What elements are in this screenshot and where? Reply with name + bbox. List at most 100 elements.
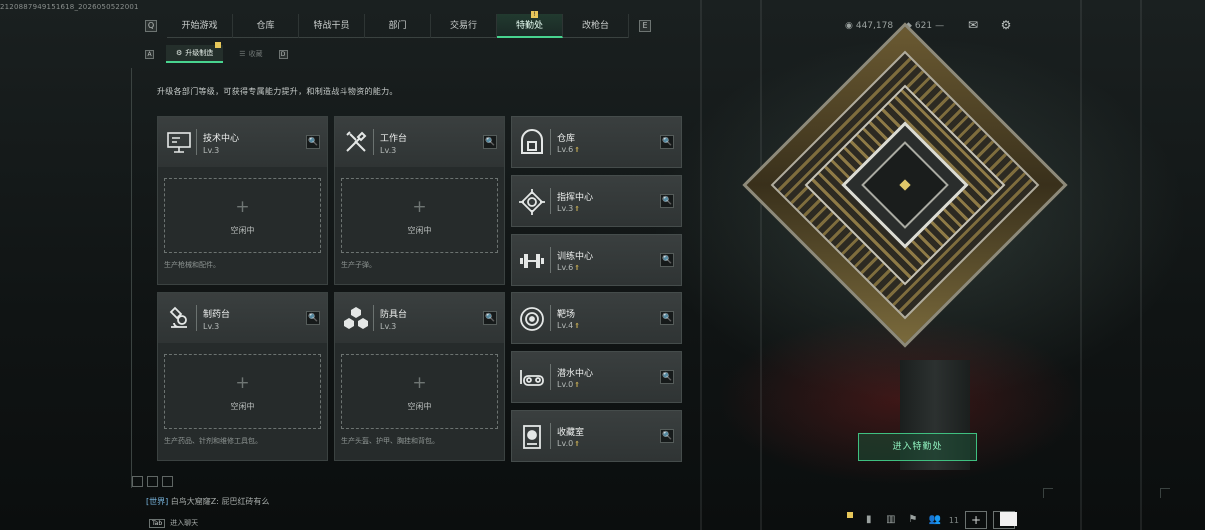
tools-icon — [346, 131, 367, 152]
nav-prev-key[interactable]: Q — [145, 20, 157, 32]
chat-tab-icon[interactable] — [147, 476, 158, 487]
subtab-upgrade-craft[interactable]: ⚙ 升级制造 — [166, 42, 224, 63]
dumbbell-icon — [520, 254, 544, 268]
craft-card-tech-center[interactable]: 技术中心 Lv.3 🔍 + 空闲中 生产枪械和配件。 — [157, 116, 328, 285]
mail-icon[interactable]: ✉ — [966, 18, 980, 32]
card-level: Lv.6⇑ — [557, 145, 581, 154]
craft-card-armor-bench[interactable]: 防具台 Lv.3 🔍 + 空闲中 生产头盔、护甲、胸挂和背包。 — [334, 292, 505, 461]
craft-card-pharmacy[interactable]: 制药台 Lv.3 🔍 + 空闲中 生产药品、针剂和维修工具包。 — [157, 292, 328, 461]
search-icon[interactable]: 🔍 — [660, 253, 674, 267]
currency-display-1: ◉ 447,178 — [845, 21, 894, 31]
craft-slot[interactable]: + 空闲中 — [341, 178, 498, 253]
flag-icon[interactable]: ⚑ — [905, 512, 921, 528]
card-level: Lv.3 — [380, 146, 397, 155]
search-icon[interactable]: 🔍 — [660, 194, 674, 208]
card-level: Lv.0⇑ — [557, 439, 581, 448]
left-divider — [131, 68, 132, 488]
chat-message[interactable]: [世界] 白鸟大窟窿Z: 屁巴红砖有么 — [146, 496, 270, 507]
notification-badge — [847, 512, 853, 518]
subnav-next-key[interactable]: D — [278, 49, 288, 59]
chat-tab-icon[interactable] — [132, 476, 143, 487]
plus-icon: + — [235, 197, 250, 217]
enter-special-ops-button[interactable]: 进入特勤处 — [858, 433, 977, 461]
craft-slot[interactable]: + 空闲中 — [164, 354, 321, 429]
chat-tab-icon[interactable] — [162, 476, 173, 487]
sub-nav: A ⚙ 升级制造 ☰ 收藏 D — [145, 42, 300, 63]
search-icon[interactable]: 🔍 — [660, 370, 674, 384]
plus-icon: + — [412, 373, 427, 393]
craft-slot[interactable]: + 空闲中 — [164, 178, 321, 253]
card-level: Lv.3 — [203, 146, 220, 155]
card-title: 防具台 — [380, 310, 408, 320]
collection-icon — [523, 425, 541, 449]
corner-bracket — [1043, 488, 1053, 498]
tab-department[interactable]: 部门 — [365, 14, 431, 38]
profile-card-icon[interactable] — [1000, 512, 1017, 526]
armor-icon — [344, 307, 368, 329]
add-button[interactable]: + — [965, 511, 987, 529]
card-title: 制药台 — [203, 310, 231, 320]
card-description: 生产头盔、护甲、胸挂和背包。 — [341, 437, 439, 445]
upgrade-arrow-icon: ⇑ — [574, 146, 581, 154]
side-card-command-center[interactable]: 指挥中心 Lv.3⇑ 🔍 — [511, 175, 682, 227]
upgrade-arrow-icon: ⇑ — [574, 440, 581, 448]
side-card-shooting-range[interactable]: 靶场 Lv.4⇑ 🔍 — [511, 292, 682, 344]
side-card-warehouse[interactable]: 仓库 Lv.6⇑ 🔍 — [511, 116, 682, 168]
side-card-training-center[interactable]: 训练中心 Lv.6⇑ 🔍 — [511, 234, 682, 286]
friends-icon[interactable]: 👥 — [927, 512, 943, 528]
chat-controls — [132, 476, 173, 487]
card-title: 工作台 — [380, 134, 408, 144]
upgrade-arrow-icon: ⇑ — [574, 205, 581, 213]
nav-tabs: 开始游戏 仓库 特战干员 部门 交易行 特勤处! 改枪台 — [167, 11, 629, 38]
search-icon[interactable]: 🔍 — [660, 135, 674, 149]
target-icon — [520, 307, 544, 331]
card-title: 仓库 — [557, 134, 576, 144]
tab-start-game[interactable]: 开始游戏 — [167, 14, 233, 38]
card-title: 靶场 — [557, 310, 576, 320]
search-icon[interactable]: 🔍 — [660, 311, 674, 325]
warehouse-icon — [521, 129, 543, 154]
search-icon[interactable]: 🔍 — [660, 429, 674, 443]
hint-text: 升级各部门等级，可获得专属能力提升，和制造战斗物资的能力。 — [157, 87, 398, 96]
corner-bracket — [1160, 488, 1170, 498]
card-level: Lv.0⇑ — [557, 380, 581, 389]
monitor-icon — [167, 132, 191, 153]
search-icon[interactable]: 🔍 — [483, 311, 497, 325]
gear-icon[interactable]: ⚙ — [999, 18, 1013, 32]
tab-gunsmith[interactable]: 改枪台 — [563, 14, 629, 38]
tab-market[interactable]: 交易行 — [431, 14, 497, 38]
subnav-prev-key[interactable]: A — [145, 49, 154, 59]
tab-special-ops[interactable]: 特勤处! — [497, 11, 563, 38]
card-description: 生产枪械和配件。 — [164, 261, 220, 269]
card-title: 技术中心 — [203, 134, 240, 144]
top-nav: Q 开始游戏 仓库 特战干员 部门 交易行 特勤处! 改枪台 E — [145, 11, 651, 38]
side-card-collection-room[interactable]: 收藏室 Lv.0⇑ 🔍 — [511, 410, 682, 462]
list-icon: ☰ — [239, 50, 246, 58]
subtab-collection[interactable]: ☰ 收藏 — [229, 45, 272, 63]
notification-badge — [215, 42, 222, 48]
nav-next-key[interactable]: E — [639, 20, 651, 32]
bottom-toolbar: ▮ ▥ ⚑ 👥 11 + + — [861, 510, 1205, 530]
plus-icon: + — [412, 197, 427, 217]
card-level: Lv.3⇑ — [557, 204, 581, 213]
craft-card-workbench[interactable]: 工作台 Lv.3 🔍 + 空闲中 生产子弹。 — [334, 116, 505, 285]
tab-operators[interactable]: 特战干员 — [299, 14, 365, 38]
chat-open-hint[interactable]: Tab 进入聊天 — [149, 518, 198, 528]
card-description: 生产药品、针剂和维修工具包。 — [164, 437, 262, 445]
gear-icon: ⚙ — [176, 49, 183, 57]
card-description: 生产子弹。 — [341, 261, 376, 269]
card-level: Lv.3 — [380, 322, 397, 331]
friends-count: 11 — [948, 515, 959, 525]
search-icon[interactable]: 🔍 — [306, 311, 320, 325]
side-card-dive-center[interactable]: 潜水中心 Lv.0⇑ 🔍 — [511, 351, 682, 403]
command-icon — [519, 189, 545, 215]
card-title: 收藏室 — [557, 428, 585, 438]
chart-icon[interactable]: ▥ — [883, 512, 899, 528]
microscope-icon — [169, 306, 187, 328]
craft-slot[interactable]: + 空闲中 — [341, 354, 498, 429]
search-icon[interactable]: 🔍 — [306, 135, 320, 149]
tab-key: Tab — [149, 518, 166, 528]
search-icon[interactable]: 🔍 — [483, 135, 497, 149]
tab-warehouse[interactable]: 仓库 — [233, 14, 299, 38]
coin-icon: ◉ — [845, 21, 853, 31]
